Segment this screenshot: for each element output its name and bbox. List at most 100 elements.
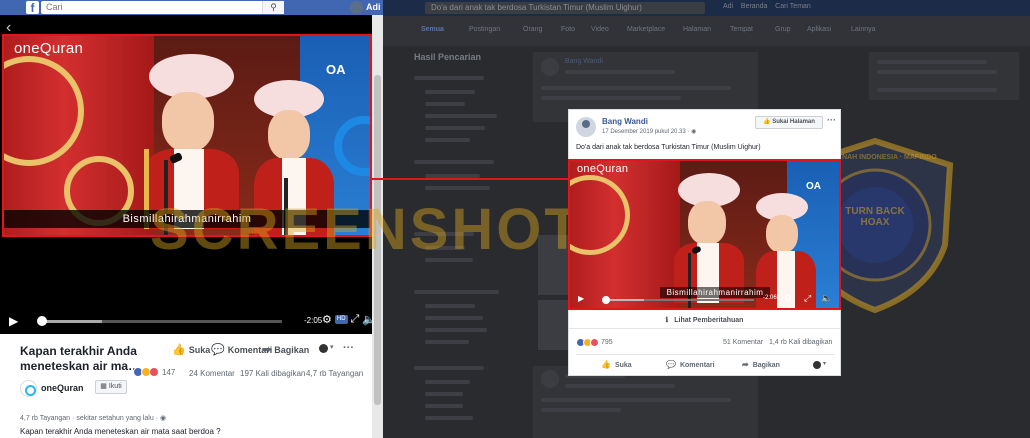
follow-icon: ▦	[100, 383, 107, 390]
thumbs-up-icon: 👍	[763, 119, 771, 125]
globe-icon: ◉	[159, 415, 167, 422]
progress-handle[interactable]	[602, 296, 610, 304]
hd-badge[interactable]: HD	[334, 315, 348, 324]
play-icon[interactable]: ▶	[9, 314, 18, 328]
info-icon: ℹ	[665, 317, 669, 324]
reaction-summary[interactable]: 795	[576, 338, 613, 347]
screenshot-root: f Cari ⚲ Adi ‹ OA oneQuran Bismillahirah…	[0, 0, 1030, 438]
like-page-button[interactable]: 👍 Sukai Halaman	[755, 116, 823, 129]
video-description: Kapan terakhir Anda meneteskan air mata …	[20, 427, 221, 436]
follow-button[interactable]: ▦ Ikuti	[95, 380, 127, 394]
banner-logo: OA	[326, 62, 346, 77]
facebook-f-icon[interactable]: f	[26, 1, 39, 15]
video-info: Kapan terakhir Anda meneteskan air ma… 👍…	[0, 334, 372, 438]
fullscreen-icon[interactable]: ⤢	[804, 293, 811, 304]
tab-grup[interactable]: Grup	[775, 26, 791, 33]
tab-aplikasi[interactable]: Aplikasi	[807, 26, 831, 33]
banner-logo: OA	[806, 181, 821, 192]
comment-icon: 💬	[211, 344, 225, 356]
search-icon[interactable]: ⚲	[262, 1, 284, 14]
audience-selector[interactable]: ▾	[319, 344, 339, 353]
globe-icon	[319, 344, 328, 353]
gear-icon[interactable]: ⚙	[784, 293, 792, 304]
page-name[interactable]: oneQuran	[41, 383, 84, 393]
share-icon: ➦	[742, 360, 749, 369]
share-count[interactable]: 197 Kali dibagikan	[240, 369, 305, 378]
background-nav: Adi Beranda Cari Teman	[723, 3, 811, 10]
reaction-count: 147	[162, 367, 176, 377]
tab-lainnya[interactable]: Lainnya	[851, 26, 876, 33]
gear-icon[interactable]: ⚙	[322, 313, 332, 326]
play-icon[interactable]: ▶	[578, 294, 584, 303]
time-remaining: -2:05	[304, 316, 323, 325]
tab-orang[interactable]: Orang	[523, 26, 542, 33]
background-tabs: Semua Postingan Orang Foto Video Marketp…	[383, 16, 1030, 46]
chevron-down-icon: ▾	[330, 344, 334, 351]
tab-postingan[interactable]: Postingan	[469, 26, 500, 33]
audience-selector[interactable]: ▾	[813, 361, 831, 369]
background-search-box[interactable]: Do'a dari anak tak berdosa Turkistan Tim…	[425, 2, 705, 14]
share-icon: ➦	[262, 344, 272, 356]
search-box[interactable]: Cari ⚲	[41, 1, 284, 14]
background-result-card	[533, 366, 758, 438]
time-remaining: -2:06	[763, 295, 777, 301]
tab-foto[interactable]: Foto	[561, 26, 575, 33]
background-top-bar: Do'a dari anak tak berdosa Turkistan Tim…	[383, 0, 1030, 16]
background-result-author[interactable]: Bang Wandi	[565, 58, 603, 65]
volume-icon[interactable]: 🔈	[821, 293, 832, 304]
user-avatar[interactable]	[350, 1, 363, 14]
comment-count[interactable]: 24 Komentar	[189, 369, 235, 378]
highlight-connector-line	[372, 178, 570, 180]
share-count[interactable]: 1,4 rb Kali dibagikan	[769, 339, 832, 346]
more-options-icon[interactable]: ···	[827, 115, 836, 125]
post-timestamp[interactable]: 17 Desember 2019 pukul 20.33 · ◉	[602, 128, 696, 135]
shield-center-text: TURN BACK HOAX	[845, 206, 905, 228]
comment-button[interactable]: 💬 Komentari	[666, 360, 715, 369]
background-sidebar-title: Hasil Pencarian	[414, 52, 482, 62]
like-button[interactable]: 👍 Suka	[601, 360, 632, 369]
oneQuran-brand: oneQuran	[14, 40, 84, 57]
share-button[interactable]: ➦ Bagikan	[262, 343, 309, 356]
comment-count[interactable]: 51 Komentar	[723, 339, 763, 346]
globe-icon: ◉	[691, 129, 697, 135]
reaction-count: 795	[601, 339, 613, 346]
post-card: Bang Wandi 17 Desember 2019 pukul 20.33 …	[568, 109, 841, 376]
reaction-summary[interactable]: 147	[133, 367, 175, 377]
thumbs-up-icon: 👍	[601, 360, 611, 369]
love-reaction-icon	[590, 338, 599, 347]
post-video-controls: ▶ -2:06 ⚙ ⤢ 🔈	[570, 292, 839, 308]
post-action-bar: 👍 Suka 💬 Komentari ➦ Bagikan ▾	[576, 354, 835, 372]
view-notice-link[interactable]: ℹ Lihat Pemberitahuan	[569, 313, 840, 329]
tab-semua[interactable]: Semua	[421, 26, 444, 33]
video-controls: ▶ -2:05 ⚙ HD ⤢ 🔈	[0, 310, 383, 334]
comment-icon: 💬	[666, 360, 676, 369]
tab-video[interactable]: Video	[591, 26, 609, 33]
page-avatar[interactable]	[20, 380, 37, 397]
facebook-top-bar: f Cari ⚲ Adi	[0, 0, 383, 15]
video-meta: 4,7 rb Tayangan · sekitar setahun yang l…	[20, 415, 167, 422]
more-options-icon[interactable]: ···	[343, 342, 354, 354]
like-button[interactable]: 👍 Suka	[172, 343, 210, 356]
fullscreen-icon[interactable]: ⤢	[351, 313, 360, 326]
post-stats: 51 Komentar 1,4 rb Kali dibagikan	[723, 339, 832, 346]
search-placeholder: Cari	[46, 2, 63, 12]
post-text: Do'a dari anak tak berdosa Turkistan Tim…	[576, 144, 761, 151]
author-avatar[interactable]	[576, 117, 596, 137]
tab-tempat[interactable]: Tempat	[730, 26, 753, 33]
post-video-player[interactable]: OA oneQuran Bismillahirahmanirrahim ▶ -2…	[568, 159, 841, 310]
globe-icon	[813, 361, 821, 369]
progress-track[interactable]	[604, 299, 754, 301]
love-reaction-icon	[149, 367, 159, 377]
progress-track[interactable]	[40, 320, 282, 323]
view-count: 4,7 rb Tayangan	[306, 369, 364, 378]
author-name[interactable]: Bang Wandi	[602, 117, 648, 126]
tab-halaman[interactable]: Halaman	[683, 26, 711, 33]
thumbs-up-icon: 👍	[172, 344, 186, 356]
tab-marketplace[interactable]: Marketplace	[627, 26, 665, 33]
oneQuran-brand: oneQuran	[577, 163, 629, 175]
share-button[interactable]: ➦ Bagikan	[742, 360, 780, 369]
user-name[interactable]: Adi	[366, 2, 381, 12]
chevron-down-icon: ▾	[823, 361, 827, 367]
progress-handle[interactable]	[37, 316, 47, 326]
video-frame-image: OA	[570, 161, 839, 308]
